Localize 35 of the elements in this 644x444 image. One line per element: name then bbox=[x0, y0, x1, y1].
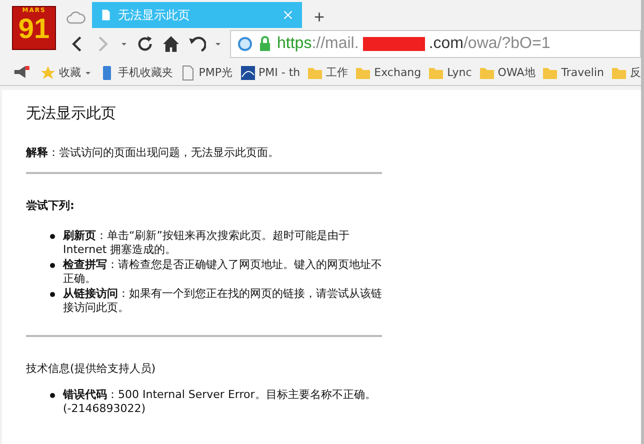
new-tab-button[interactable]: + bbox=[308, 7, 331, 28]
bookmark-item[interactable]: Travelin bbox=[542, 64, 604, 80]
bookmark-item[interactable]: PMI - th bbox=[240, 64, 300, 80]
page-icon bbox=[100, 8, 112, 22]
bullet-icon bbox=[50, 292, 55, 297]
reload-icon bbox=[136, 35, 154, 53]
lock-icon bbox=[257, 36, 273, 52]
explanation-text: 解释：尝试访问的页面出现问题，无法显示此页面。 bbox=[26, 145, 280, 160]
bookmark-item[interactable]: 反 bbox=[611, 64, 641, 80]
section-heading: 技术信息(提供给支持人员) bbox=[26, 361, 157, 376]
caret-icon bbox=[214, 40, 222, 48]
bookmark-item[interactable]: 收藏 bbox=[40, 64, 92, 80]
bullet-icon bbox=[50, 393, 55, 398]
bullet-icon bbox=[50, 234, 55, 239]
bookmark-item[interactable]: 手机收藏夹 bbox=[98, 64, 173, 80]
suggestion-text: 检查拼写：请检查您是否正确键入了网页地址。键入的网页地址不正确。 bbox=[63, 258, 382, 286]
bookmark-item[interactable]: OWA地 bbox=[478, 64, 536, 80]
caret-icon bbox=[120, 40, 128, 48]
bullet-icon bbox=[50, 263, 55, 268]
error-code-text: 错误代码：500 Internal Server Error。目标主要名称不正确。(-2146893022) bbox=[63, 388, 377, 416]
page-heading: 无法显示此页 bbox=[26, 104, 117, 123]
suggestion-text: 刷新页：单击“刷新”按钮来再次搜索此页。超时可能是由于 Internet 拥塞造成的。 bbox=[63, 229, 350, 257]
page-icon bbox=[180, 64, 196, 80]
close-icon bbox=[282, 9, 294, 21]
undo-icon bbox=[188, 35, 206, 53]
bookmark-item[interactable]: PMP光 bbox=[180, 64, 233, 80]
home-icon bbox=[162, 35, 180, 53]
star-icon bbox=[40, 64, 56, 80]
browser-logo-icon bbox=[237, 36, 253, 52]
bookmark-item[interactable]: 工作 bbox=[307, 64, 348, 80]
bookmark-item[interactable]: Lync bbox=[428, 64, 472, 80]
address-field[interactable]: https://mail. .com/owa/?bO=1 bbox=[230, 30, 641, 58]
bookmark-item[interactable]: Exchang bbox=[355, 64, 422, 80]
suggestion-text: 从链接访问：如果有一个到您正在找的网页的链接，请尝试从该链接访问此页。 bbox=[63, 287, 382, 315]
section-heading: 尝试下列: bbox=[26, 198, 76, 213]
